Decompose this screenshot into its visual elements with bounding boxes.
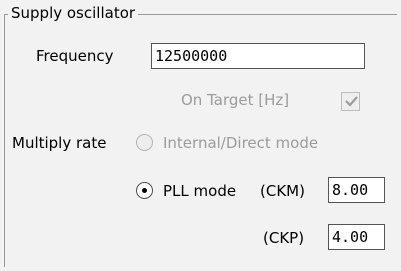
pll-mode-label: PLL mode xyxy=(163,182,237,200)
on-target-label: On Target [Hz] xyxy=(181,91,290,109)
internal-direct-radio[interactable] xyxy=(136,134,153,151)
ckp-input[interactable]: 4.00 xyxy=(328,224,385,250)
ckm-label: (CKM) xyxy=(260,182,305,200)
on-target-checkbox[interactable] xyxy=(341,92,360,111)
ckp-label: (CKP) xyxy=(263,229,305,247)
internal-direct-label: Internal/Direct mode xyxy=(163,134,319,152)
checkmark-icon xyxy=(345,96,358,107)
ckm-input[interactable]: 8.00 xyxy=(328,177,385,203)
pll-mode-radio[interactable] xyxy=(136,182,153,199)
radio-selected-dot xyxy=(142,188,147,193)
frequency-input[interactable]: 12500000 xyxy=(151,43,365,69)
multiply-rate-label: Multiply rate xyxy=(12,134,107,152)
group-title: Supply oscillator xyxy=(8,2,139,24)
frequency-label: Frequency xyxy=(36,47,114,65)
